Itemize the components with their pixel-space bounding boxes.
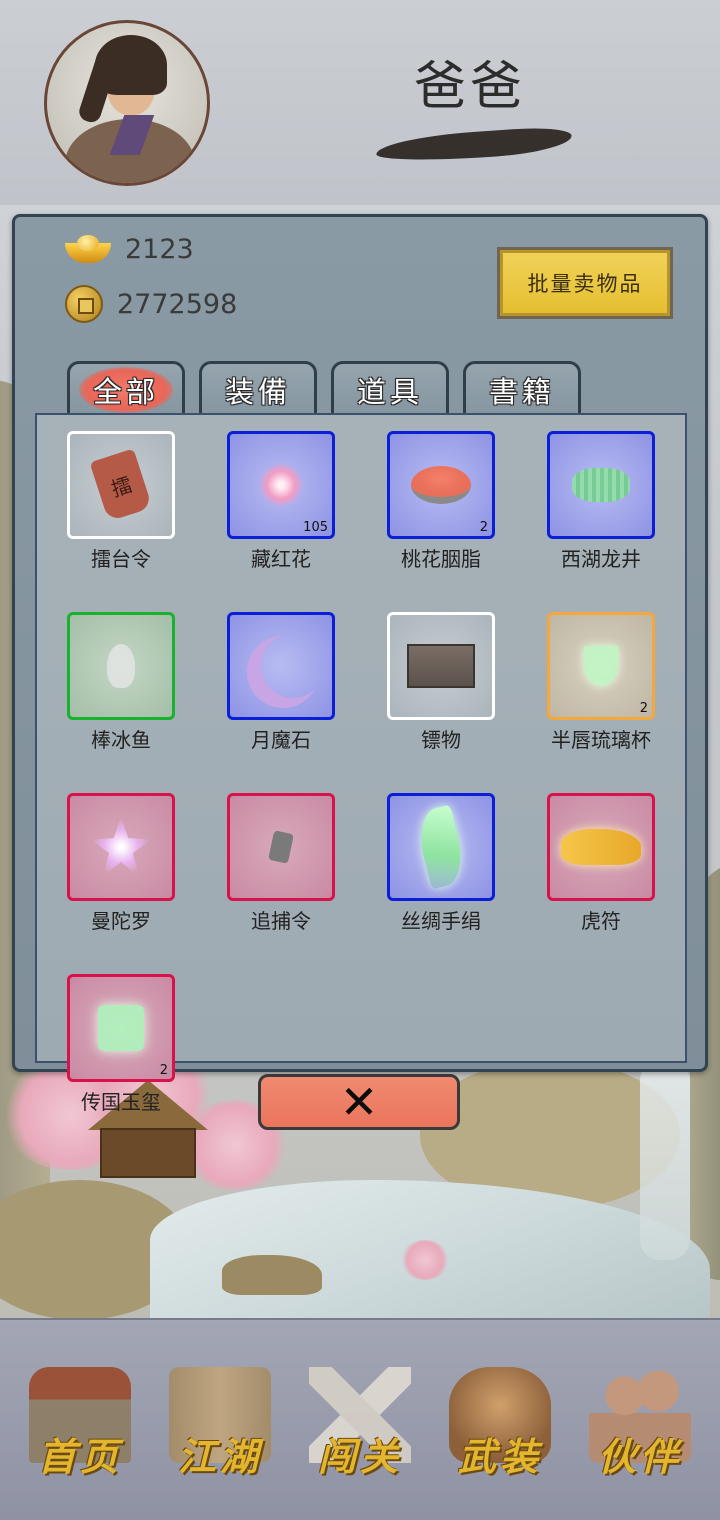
tab-books[interactable]: 書籍 xyxy=(463,361,581,415)
nav-partner[interactable]: 伙伴 xyxy=(575,1345,705,1495)
datura-flower-icon xyxy=(91,817,151,877)
item-cell[interactable]: 擂 擂台令 xyxy=(67,431,175,572)
item-slot[interactable]: 2 xyxy=(547,612,655,720)
item-name: 镖物 xyxy=(421,728,461,752)
item-slot[interactable] xyxy=(67,612,175,720)
item-name: 棒冰鱼 xyxy=(91,728,151,752)
item-cell[interactable]: 曼陀罗 xyxy=(67,793,175,934)
item-cell[interactable]: 月魔石 xyxy=(227,612,335,753)
close-icon: ✕ xyxy=(339,1075,379,1129)
item-name: 藏红花 xyxy=(251,547,311,571)
item-cell[interactable]: 西湖龙井 xyxy=(547,431,655,572)
warrant-tag-icon xyxy=(268,830,294,864)
item-name: 追捕令 xyxy=(251,909,311,933)
tab-equipment-label: 装備 xyxy=(224,374,291,409)
nav-partner-label: 伙伴 xyxy=(597,1434,682,1479)
item-slot[interactable]: 2 xyxy=(67,974,175,1082)
tab-props-label: 道具 xyxy=(356,374,423,409)
item-slot[interactable] xyxy=(227,612,335,720)
tiger-tally-icon xyxy=(561,829,641,865)
nav-home-label: 首页 xyxy=(37,1434,122,1479)
rouge-disc-icon xyxy=(411,466,471,504)
tab-all[interactable]: 全部 xyxy=(67,361,185,415)
inventory-panel: 2123 2772598 批量卖物品 全部 装備 道具 書籍 擂 擂台令 105… xyxy=(12,214,708,1114)
fish-icon xyxy=(107,644,135,688)
tab-books-label: 書籍 xyxy=(488,374,555,409)
item-cell[interactable]: 棒冰鱼 xyxy=(67,612,175,753)
item-slot[interactable] xyxy=(67,793,175,901)
item-slot[interactable]: 2 xyxy=(387,431,495,539)
bottom-nav: 首页 江湖 闯关 武装 伙伴 xyxy=(0,1318,720,1520)
copper-coin-icon xyxy=(65,285,103,323)
item-slot[interactable] xyxy=(547,793,655,901)
nav-home[interactable]: 首页 xyxy=(15,1345,145,1495)
coin-amount: 2772598 xyxy=(117,288,238,320)
item-name: 半唇琉璃杯 xyxy=(551,728,651,752)
item-name: 月魔石 xyxy=(251,728,311,752)
item-slot[interactable] xyxy=(387,612,495,720)
nav-jianghu[interactable]: 江湖 xyxy=(155,1345,285,1495)
item-cell[interactable]: 2 传国玉玺 xyxy=(67,974,175,1115)
item-grid-area: 擂 擂台令 105 藏红花 2 桃花胭脂 西湖龙井 棒冰鱼 月魔石 镖物 2 半… xyxy=(35,413,687,1114)
nav-challenge-label: 闯关 xyxy=(317,1434,402,1479)
token-icon: 擂 xyxy=(89,448,153,522)
item-name: 西湖龙井 xyxy=(561,547,641,571)
player-avatar[interactable] xyxy=(44,20,210,186)
item-slot[interactable] xyxy=(547,431,655,539)
item-name: 虎符 xyxy=(581,909,621,933)
item-name: 丝绸手绢 xyxy=(401,909,481,933)
silk-handkerchief-icon xyxy=(413,804,469,890)
coin-balance: 2772598 xyxy=(65,285,237,323)
nav-challenge[interactable]: 闯关 xyxy=(295,1345,425,1495)
token-glyph: 擂 xyxy=(108,471,135,501)
tab-equipment[interactable]: 装備 xyxy=(199,361,317,415)
close-button[interactable]: ✕ xyxy=(258,1074,460,1130)
item-slot[interactable]: 擂 xyxy=(67,431,175,539)
nav-jianghu-label: 江湖 xyxy=(177,1434,262,1479)
moon-stone-icon xyxy=(261,634,325,698)
item-name: 曼陀罗 xyxy=(91,909,151,933)
tab-props[interactable]: 道具 xyxy=(331,361,449,415)
item-cell[interactable]: 2 半唇琉璃杯 xyxy=(547,612,655,753)
player-name: 爸爸 xyxy=(413,57,526,117)
item-cell[interactable]: 虎符 xyxy=(547,793,655,934)
item-slot[interactable] xyxy=(227,793,335,901)
gold-ingot-icon xyxy=(65,233,111,265)
gold-ingot-balance: 2123 xyxy=(65,233,194,265)
item-slot[interactable]: 105 xyxy=(227,431,335,539)
item-count: 2 xyxy=(159,1063,168,1078)
cargo-box-icon xyxy=(407,644,475,688)
nav-armament[interactable]: 武装 xyxy=(435,1345,565,1495)
item-count: 105 xyxy=(303,520,328,535)
tea-icon xyxy=(572,468,630,502)
item-cell[interactable]: 丝绸手绢 xyxy=(387,793,495,934)
item-count: 2 xyxy=(479,520,488,535)
item-count: 2 xyxy=(639,701,648,716)
player-header: 爸爸 xyxy=(0,0,720,205)
item-name: 桃花胭脂 xyxy=(401,547,481,571)
gold-amount: 2123 xyxy=(125,233,194,265)
jade-seal-icon xyxy=(98,1005,144,1051)
item-cell[interactable]: 镖物 xyxy=(387,612,495,753)
item-cell[interactable]: 2 桃花胭脂 xyxy=(387,431,495,572)
category-tabs: 全部 装備 道具 書籍 xyxy=(67,361,581,415)
item-cell[interactable]: 105 藏红花 xyxy=(227,431,335,572)
item-cell[interactable]: 追捕令 xyxy=(227,793,335,934)
tab-all-label: 全部 xyxy=(78,366,173,413)
brush-stroke-decoration xyxy=(375,125,573,165)
bulk-sell-button[interactable]: 批量卖物品 xyxy=(497,247,673,319)
item-grid: 擂 擂台令 105 藏红花 2 桃花胭脂 西湖龙井 棒冰鱼 月魔石 镖物 2 半… xyxy=(67,431,655,1115)
cup-icon xyxy=(584,646,618,686)
item-name: 传国玉玺 xyxy=(81,1090,161,1114)
nav-armament-label: 武装 xyxy=(457,1434,542,1479)
item-slot[interactable] xyxy=(387,793,495,901)
flower-icon xyxy=(259,463,303,507)
item-name: 擂台令 xyxy=(91,547,151,571)
